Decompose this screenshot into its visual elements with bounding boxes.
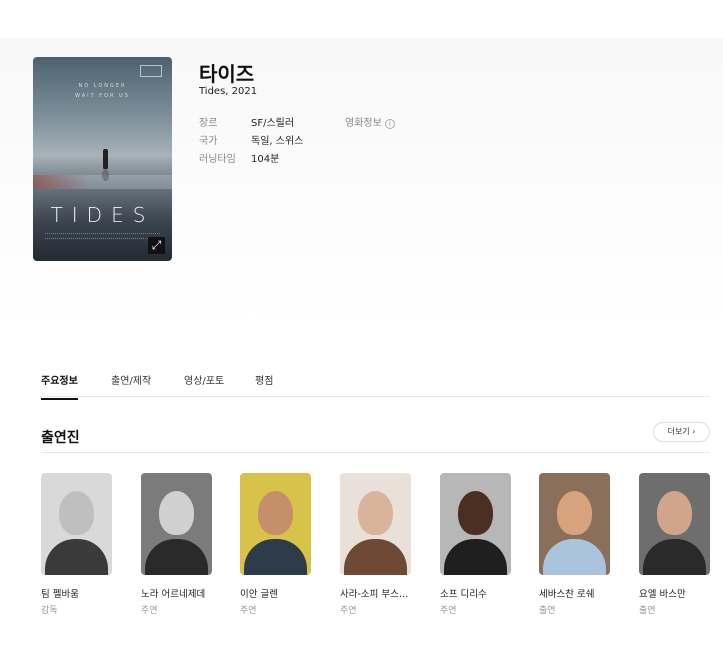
cast-photo-body bbox=[244, 539, 307, 575]
cast-photo bbox=[41, 473, 112, 575]
cast-photo-face bbox=[258, 491, 293, 535]
info-icon: i bbox=[384, 119, 395, 129]
cast-name[interactable]: 노라 어르네제데 bbox=[141, 586, 213, 600]
cast-name[interactable]: 세바스찬 로쉐 bbox=[539, 586, 611, 600]
cast-photo-body bbox=[145, 539, 208, 575]
cast-card[interactable]: 세바스찬 로쉐출연 bbox=[539, 473, 611, 616]
poster-credits bbox=[45, 233, 160, 239]
info-value: 104분 bbox=[251, 154, 280, 165]
cast-photo bbox=[340, 473, 411, 575]
cast-photo bbox=[440, 473, 511, 575]
cast-card[interactable]: 이안 글렌주연 bbox=[240, 473, 312, 616]
cast-photo bbox=[240, 473, 311, 575]
cast-photo-body bbox=[444, 539, 507, 575]
cast-role: 주연 bbox=[141, 606, 158, 616]
chevron-right-icon: › bbox=[692, 427, 696, 436]
cast-photo bbox=[639, 473, 710, 575]
cast-photo-body bbox=[543, 539, 606, 575]
poster-tagline: NO LONGER bbox=[78, 83, 127, 89]
cast-section-title: 출연진 bbox=[41, 430, 80, 446]
movie-info-link[interactable]: 영화정보 i bbox=[345, 114, 395, 129]
cast-photo-body bbox=[643, 539, 706, 575]
cast-photo-face bbox=[458, 491, 493, 535]
tab-cast-crew[interactable]: 출연/제작 bbox=[111, 372, 151, 398]
info-value: 독일, 스위스 bbox=[251, 136, 304, 147]
content-tabs: 주요정보 출연/제작 영상/포토 평점 bbox=[41, 366, 710, 400]
cast-name[interactable]: 요엘 바스만 bbox=[639, 586, 711, 600]
movie-subtitle: Tides, 2021 bbox=[199, 86, 258, 97]
cast-card[interactable]: 팀 펠바움감독 bbox=[41, 473, 113, 616]
section-divider bbox=[41, 452, 710, 453]
cast-card[interactable]: 소프 디리수주연 bbox=[440, 473, 512, 616]
cast-card[interactable]: 노라 어르네제데주연 bbox=[141, 473, 213, 616]
info-key: 국가 bbox=[199, 136, 218, 147]
cast-name[interactable]: 소프 디리수 bbox=[440, 586, 512, 600]
poster-title: TIDES bbox=[50, 203, 155, 227]
cast-photo-face bbox=[557, 491, 592, 535]
poster-figure bbox=[103, 149, 108, 169]
expand-icon[interactable]: ⤢ bbox=[148, 237, 165, 254]
tab-main-info[interactable]: 주요정보 bbox=[41, 372, 78, 400]
cast-photo-body bbox=[344, 539, 407, 575]
tab-video-photo[interactable]: 영상/포토 bbox=[184, 372, 224, 398]
cast-name[interactable]: 팀 펠바움 bbox=[41, 586, 113, 600]
cast-photo-face bbox=[59, 491, 94, 535]
cast-role: 주연 bbox=[240, 606, 257, 616]
cast-role: 주연 bbox=[440, 606, 457, 616]
cast-photo bbox=[539, 473, 610, 575]
cast-role: 주연 bbox=[340, 606, 357, 616]
info-key: 장르 bbox=[199, 118, 218, 129]
festival-logo bbox=[140, 65, 162, 77]
cast-name[interactable]: 이안 글렌 bbox=[240, 586, 312, 600]
cast-photo-body bbox=[45, 539, 108, 575]
cast-name[interactable]: 사라-소피 부스니나 bbox=[340, 586, 412, 600]
more-button[interactable]: 더보기 › bbox=[653, 422, 710, 442]
more-button-label: 더보기 bbox=[667, 427, 690, 436]
tab-ratings[interactable]: 평점 bbox=[255, 372, 273, 398]
movie-info-label: 영화정보 bbox=[345, 118, 382, 129]
cast-role: 출연 bbox=[539, 606, 556, 616]
movie-title: 타이즈 bbox=[199, 62, 255, 86]
cast-role: 감독 bbox=[41, 606, 58, 616]
cast-photo-face bbox=[159, 491, 194, 535]
cast-photo-face bbox=[657, 491, 692, 535]
cast-card[interactable]: 사라-소피 부스니나주연 bbox=[340, 473, 412, 616]
poster-tagline-2: WAIT FOR US bbox=[75, 93, 130, 99]
cast-photo-face bbox=[358, 491, 393, 535]
movie-poster[interactable]: NO LONGER WAIT FOR US TIDES ⤢ bbox=[33, 57, 172, 261]
cast-role: 출연 bbox=[639, 606, 656, 616]
cast-photo bbox=[141, 473, 212, 575]
info-value: SF/스릴러 bbox=[251, 118, 295, 129]
poster-figure-reflection bbox=[102, 169, 109, 181]
info-key: 러닝타임 bbox=[199, 154, 236, 165]
cast-card[interactable]: 요엘 바스만출연 bbox=[639, 473, 711, 616]
